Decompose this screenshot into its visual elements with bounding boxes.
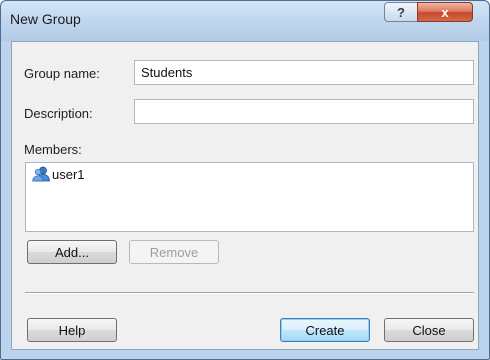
group-name-input[interactable] <box>134 60 474 85</box>
close-button[interactable]: Close <box>384 318 474 342</box>
dialog-body: Group name: Description: Members: user1 … <box>11 41 479 350</box>
divider <box>25 292 474 294</box>
remove-button[interactable]: Remove <box>129 240 219 264</box>
list-item[interactable]: user1 <box>32 166 85 182</box>
create-button[interactable]: Create <box>280 318 370 342</box>
help-button[interactable]: Help <box>27 318 117 342</box>
window-title: New Group <box>10 11 81 27</box>
close-icon: x <box>441 4 449 20</box>
title-close-button[interactable]: x <box>417 2 473 22</box>
add-button[interactable]: Add... <box>27 240 117 264</box>
remove-button-label: Remove <box>149 244 199 260</box>
members-label: Members: <box>24 142 82 157</box>
group-name-label: Group name: <box>24 66 100 81</box>
help-button-label: Help <box>58 322 86 338</box>
create-button-label: Create <box>305 322 345 338</box>
user-icon <box>32 166 50 182</box>
title-bar[interactable]: New Group ? x <box>1 1 489 41</box>
question-mark-icon: ? <box>397 4 405 20</box>
description-input[interactable] <box>134 99 474 124</box>
new-group-dialog: New Group ? x Group name: Description: M… <box>0 0 490 360</box>
description-label: Description: <box>24 106 93 121</box>
close-button-label: Close <box>412 322 446 338</box>
member-name: user1 <box>52 166 85 182</box>
title-help-button[interactable]: ? <box>384 2 418 22</box>
members-list[interactable]: user1 <box>25 162 474 232</box>
add-button-label: Add... <box>55 244 89 260</box>
